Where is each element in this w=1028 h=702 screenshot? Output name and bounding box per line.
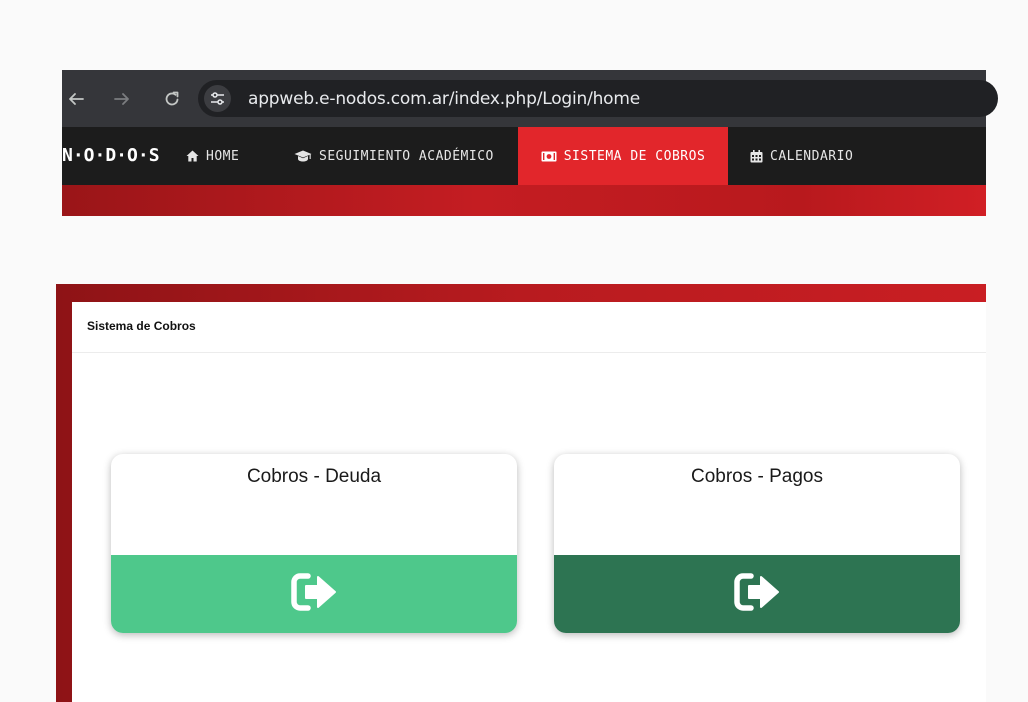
cobros-deuda-button[interactable] <box>111 555 517 633</box>
graduation-cap-icon <box>294 150 312 162</box>
calendar-icon <box>750 149 763 163</box>
address-bar[interactable]: appweb.e-nodos.com.ar/index.php/Login/ho… <box>198 80 998 117</box>
main-navbar: N·O·D·O·S HOME SEGUIMIENTO ACADÉMICO SIS… <box>62 127 986 185</box>
tile-label: Cobros - Pagos <box>690 466 823 487</box>
page-title: Sistema de Cobros <box>87 319 196 333</box>
cobros-deuda-tile[interactable]: Cobros - Deuda <box>111 454 517 633</box>
panel-header: Sistema de Cobros <box>72 302 986 353</box>
sign-out-arrow-icon <box>291 572 337 617</box>
brand-logo[interactable]: N·O·D·O·S <box>62 145 160 166</box>
browser-toolbar: appweb.e-nodos.com.ar/index.php/Login/ho… <box>62 70 998 127</box>
tile-label: Cobros - Deuda <box>246 466 382 487</box>
nav-item-sistema-cobros[interactable]: SISTEMA DE COBROS <box>518 127 728 185</box>
nav-item-label: HOME <box>206 148 240 164</box>
nav-item-label: SISTEMA DE COBROS <box>563 148 706 164</box>
header-band <box>62 185 986 216</box>
sign-out-arrow-icon <box>734 572 780 617</box>
nav-item-label: SEGUIMIENTO ACADÉMICO <box>319 148 494 164</box>
url-text[interactable]: appweb.e-nodos.com.ar/index.php/Login/ho… <box>248 89 640 109</box>
cobros-pagos-button[interactable] <box>554 555 960 633</box>
forward-arrow-icon[interactable] <box>110 87 134 111</box>
cobros-pagos-tile[interactable]: Cobros - Pagos <box>554 454 960 633</box>
nav-item-label: CALENDARIO <box>770 148 854 164</box>
site-settings-icon[interactable] <box>204 85 231 112</box>
nav-item-calendario[interactable]: CALENDARIO <box>750 127 853 185</box>
back-arrow-icon[interactable] <box>64 87 88 111</box>
sistema-cobros-panel: Sistema de Cobros Cobros - Deuda Cobros … <box>72 302 986 702</box>
home-icon <box>186 150 199 162</box>
money-icon <box>541 151 557 162</box>
nav-item-home[interactable]: HOME <box>186 127 239 185</box>
nav-item-seguimiento[interactable]: SEGUIMIENTO ACADÉMICO <box>294 127 494 185</box>
reload-icon[interactable] <box>160 87 184 111</box>
